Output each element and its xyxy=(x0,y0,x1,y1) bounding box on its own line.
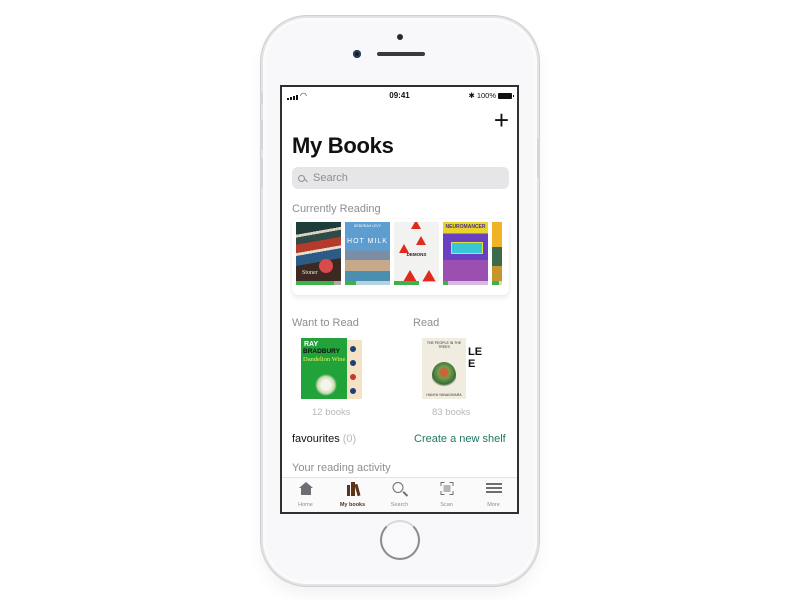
cover-decoration xyxy=(315,374,337,396)
reading-activity-label: Your reading activity xyxy=(292,462,391,474)
cover-decoration xyxy=(416,236,426,245)
cover-decoration xyxy=(319,259,333,273)
book-cover-hot-milk[interactable]: DEBORAH LEVY HOT MILK xyxy=(345,222,390,285)
front-camera xyxy=(353,50,361,58)
cover-author-first: RAY xyxy=(304,341,319,348)
battery-percent: 100% xyxy=(476,91,496,100)
book-cover-stoner[interactable]: Stoner xyxy=(296,222,341,285)
tab-label: Home xyxy=(298,502,313,508)
shelf-label-want-to-read: Want to Read xyxy=(292,317,359,329)
books-icon xyxy=(346,482,361,497)
shelf-label-read: Read xyxy=(413,317,440,329)
shelf-count-read: 83 books xyxy=(432,407,471,418)
cover-title: Dandelion Wine xyxy=(303,356,346,363)
mute-switch xyxy=(260,92,263,104)
cover-author: HANYA YANAGIHARA xyxy=(426,393,462,397)
cover-decoration xyxy=(451,242,483,254)
proximity-sensor xyxy=(397,34,403,40)
tab-label: My books xyxy=(339,502,366,508)
currently-reading-carousel[interactable]: Stoner DEBORAH LEVY HOT MILK DEMONS NEUR… xyxy=(296,222,503,285)
cover-decoration xyxy=(432,362,456,388)
home-button[interactable] xyxy=(380,520,420,560)
volume-up-button xyxy=(260,120,263,150)
create-shelf-link[interactable]: Create a new shelf xyxy=(414,433,506,445)
progress-track xyxy=(443,281,488,285)
cover-author: DEBORAH LEVY xyxy=(353,224,382,228)
book-cover-demons[interactable]: DEMONS xyxy=(394,222,439,285)
app-screen: ◠ 09:41 ✱ 100% + My Books Search Current… xyxy=(280,85,519,514)
earpiece-speaker xyxy=(377,52,425,56)
tab-label: Search xyxy=(390,502,409,508)
battery-icon xyxy=(498,92,514,99)
shelf-want-to-read[interactable]: RAY BRADBURY Dandelion Wine xyxy=(301,338,347,399)
shelf-count-want-to-read: 12 books xyxy=(312,407,351,418)
cover-title: THE PEOPLE IN THE TREES xyxy=(426,341,462,349)
tab-bar: Home My books Search Scan More xyxy=(282,477,517,512)
power-button xyxy=(537,138,540,178)
bluetooth-icon: ✱ xyxy=(468,91,475,100)
shelf-cover-back xyxy=(346,340,362,399)
status-bar: ◠ 09:41 ✱ 100% xyxy=(282,87,517,105)
cover-author-last: BRADBURY xyxy=(303,348,340,355)
tab-more[interactable]: More xyxy=(470,478,517,512)
cover-title: LE E xyxy=(468,346,483,370)
search-icon xyxy=(298,174,305,182)
scan-icon xyxy=(440,482,453,495)
tab-scan[interactable]: Scan xyxy=(423,478,470,512)
book-cover-neuromancer[interactable]: NEUROMANCER xyxy=(443,222,488,285)
tab-label: Scan xyxy=(440,502,453,508)
reading-progress-bar xyxy=(492,281,499,285)
favourites-label: favourites xyxy=(292,433,340,445)
home-icon xyxy=(298,482,313,495)
reading-progress-bar xyxy=(296,281,335,285)
cover-title: HOT MILK xyxy=(347,238,388,245)
tab-my-books[interactable]: My books xyxy=(329,478,376,512)
currently-reading-label: Currently Reading xyxy=(292,203,381,215)
reading-progress-bar xyxy=(345,281,357,285)
tab-home[interactable]: Home xyxy=(282,478,329,512)
plus-icon[interactable]: + xyxy=(494,107,509,133)
favourites-shelf[interactable]: favourites (0) xyxy=(292,433,356,445)
search-placeholder: Search xyxy=(313,172,348,184)
volume-down-button xyxy=(260,158,263,188)
menu-icon xyxy=(485,482,502,493)
cover-title: NEUROMANCER xyxy=(445,224,486,230)
cover-title: Stoner xyxy=(302,270,318,276)
shelf-read[interactable]: THE PEOPLE IN THE TREES HANYA YANAGIHARA xyxy=(422,338,466,399)
cover-decoration xyxy=(411,222,421,229)
page-title: My Books xyxy=(292,133,394,158)
tab-label: More xyxy=(487,502,500,508)
search-input[interactable]: Search xyxy=(292,167,509,189)
shelf-cover-back: LE E xyxy=(465,340,482,399)
cover-title: DEMONS xyxy=(406,252,427,257)
reading-progress-bar xyxy=(394,281,419,285)
book-cover-partial[interactable] xyxy=(492,222,502,285)
search-icon xyxy=(392,482,403,493)
tab-search[interactable]: Search xyxy=(376,478,423,512)
favourites-count: (0) xyxy=(342,433,357,445)
reading-progress-bar xyxy=(443,281,448,285)
